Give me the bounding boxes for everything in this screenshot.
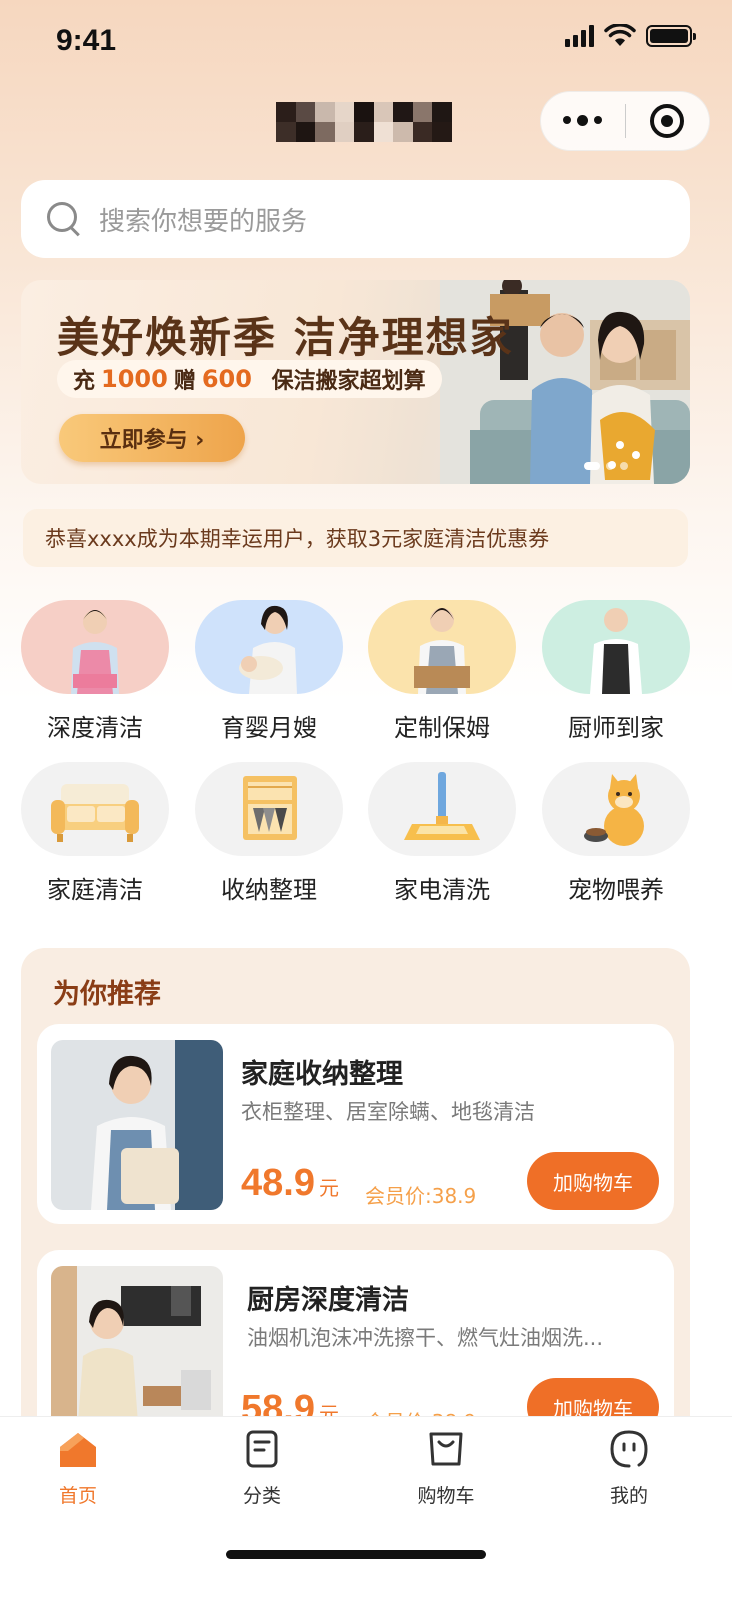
category-appliance-cleaning[interactable]: 家电清洗	[368, 762, 516, 905]
service-description: 衣柜整理、居室除螨、地毯清洁	[241, 1100, 535, 1124]
close-program-button[interactable]	[626, 104, 710, 138]
sofa-icon	[21, 762, 169, 856]
tab-cart[interactable]: 购物车	[386, 1429, 506, 1508]
home-indicator	[226, 1550, 486, 1559]
status-icons	[565, 24, 696, 48]
chef-photo	[542, 600, 690, 694]
category-label: 深度清洁	[47, 714, 143, 742]
banner-sub-amount1: 1000	[101, 365, 168, 393]
category-label: 家电清洗	[394, 876, 490, 904]
category-label: 家庭清洁	[47, 876, 143, 904]
banner-sub-prefix: 充	[73, 369, 96, 394]
maternity-nanny-photo	[195, 600, 343, 694]
category-pet-feeding[interactable]: 宠物喂养	[542, 762, 690, 905]
category-label: 宠物喂养	[568, 876, 664, 904]
category-icon	[242, 1429, 282, 1469]
recommend-section: 为你推荐 家庭收纳整理 衣柜整理、居室除螨、地毯清洁 48.9 元 会员价:38.…	[21, 948, 690, 1468]
banner-sub-mid: 赠	[173, 369, 196, 394]
promo-banner[interactable]: 美好焕新季 洁净理想家 充 1000 赠 600 保洁搬家超划算 立即参与 ›	[21, 280, 690, 484]
tab-home[interactable]: 首页	[18, 1429, 138, 1508]
service-description: 油烟机泡沫冲洗擦干、燃气灶油烟洗...	[247, 1326, 604, 1350]
price-value: 48.9	[241, 1162, 315, 1204]
category-label: 厨师到家	[568, 714, 664, 742]
category-label: 育婴月嫂	[221, 714, 317, 742]
tab-label: 购物车	[417, 1485, 475, 1507]
banner-sub-suffix: 保洁搬家超划算	[271, 369, 426, 394]
mini-program-capsule	[540, 91, 710, 151]
add-to-cart-button[interactable]: 加购物车	[527, 1152, 659, 1210]
category-maternity-nanny[interactable]: 育婴月嫂	[195, 600, 343, 743]
service-price: 48.9 元	[241, 1162, 339, 1205]
cart-icon	[426, 1429, 466, 1469]
cellular-signal-icon	[565, 25, 594, 47]
tab-profile[interactable]: 我的	[569, 1429, 689, 1508]
category-label: 收纳整理	[221, 876, 317, 904]
deep-cleaning-photo	[21, 600, 169, 694]
battery-icon	[646, 25, 696, 47]
category-deep-cleaning[interactable]: 深度清洁	[21, 600, 169, 743]
service-photo	[51, 1040, 223, 1210]
member-price: 会员价:38.9	[365, 1184, 477, 1208]
wifi-icon	[604, 24, 636, 46]
price-unit: 元	[318, 1178, 339, 1200]
status-time: 9:41	[56, 24, 117, 57]
more-options-icon[interactable]	[541, 114, 625, 126]
service-card[interactable]: 家庭收纳整理 衣柜整理、居室除螨、地毯清洁 48.9 元 会员价:38.9 加购物…	[37, 1024, 674, 1224]
category-label: 定制保姆	[394, 714, 490, 742]
service-name: 家庭收纳整理	[241, 1059, 403, 1090]
mop-icon	[368, 762, 516, 856]
tab-category[interactable]: 分类	[202, 1429, 322, 1508]
banner-subtitle: 充 1000 赠 600 保洁搬家超划算	[57, 360, 442, 398]
cat-pet-icon	[542, 762, 690, 856]
app-title-mosaic	[276, 102, 452, 142]
tab-label: 分类	[242, 1485, 281, 1507]
target-icon	[650, 104, 685, 138]
service-photo	[51, 1266, 223, 1436]
category-chef-at-home[interactable]: 厨师到家	[542, 600, 690, 743]
home-icon	[58, 1429, 98, 1469]
recommend-title: 为你推荐	[53, 979, 161, 1010]
search-bar[interactable]: 搜索你想要的服务	[21, 180, 690, 258]
banner-pagination	[584, 462, 628, 470]
category-custom-nanny[interactable]: 定制保姆	[368, 600, 516, 743]
service-name: 厨房深度清洁	[247, 1285, 409, 1316]
wardrobe-icon	[195, 762, 343, 856]
search-placeholder: 搜索你想要的服务	[99, 206, 308, 237]
status-bar: 9:41	[0, 0, 732, 80]
banner-title: 美好焕新季 洁净理想家	[57, 313, 514, 362]
banner-sub-amount2: 600	[201, 365, 252, 393]
tab-label: 首页	[58, 1485, 97, 1507]
category-home-cleaning[interactable]: 家庭清洁	[21, 762, 169, 905]
profile-icon	[609, 1429, 649, 1469]
category-storage-organizing[interactable]: 收纳整理	[195, 762, 343, 905]
custom-nanny-photo	[368, 600, 516, 694]
bottom-tab-bar: 首页 分类 购物车 我的	[0, 1416, 732, 1608]
winner-notice[interactable]: 恭喜xxxx成为本期幸运用户，获取3元家庭清洁优惠券	[23, 509, 688, 567]
join-now-button[interactable]: 立即参与 ›	[59, 414, 245, 462]
search-icon	[47, 202, 81, 236]
tab-label: 我的	[609, 1485, 648, 1507]
